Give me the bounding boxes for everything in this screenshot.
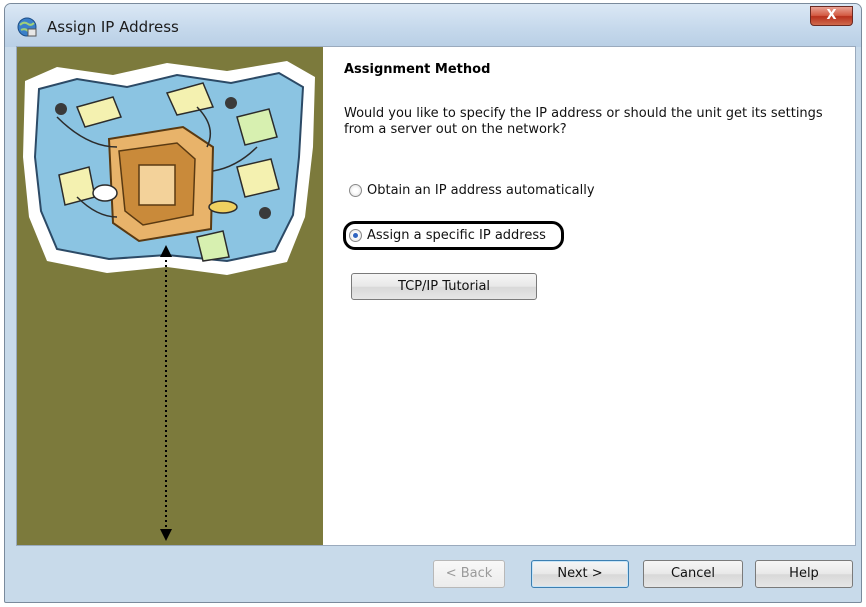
section-heading: Assignment Method: [344, 62, 491, 77]
close-button[interactable]: X: [810, 6, 853, 26]
side-panel: [17, 47, 323, 545]
radio-label: Assign a specific IP address: [367, 228, 546, 243]
radio-checked-icon[interactable]: [349, 229, 362, 242]
radio-label: Obtain an IP address automatically: [367, 183, 595, 198]
radio-unchecked-icon[interactable]: [349, 184, 362, 197]
tcpip-tutorial-button[interactable]: TCP/IP Tutorial: [351, 273, 537, 300]
network-globe-icon: [17, 17, 37, 37]
radio-obtain-automatically[interactable]: Obtain an IP address automatically: [349, 183, 595, 198]
question-text: Would you like to specify the IP address…: [344, 106, 823, 137]
dotted-arrow: [160, 245, 172, 541]
back-button[interactable]: < Back: [433, 560, 505, 588]
content-panel: Assignment Method Would you like to spec…: [323, 47, 855, 545]
cancel-button[interactable]: Cancel: [643, 560, 743, 588]
title-bar[interactable]: Assign IP Address X: [5, 4, 861, 47]
wizard-body: Assignment Method Would you like to spec…: [16, 46, 856, 546]
radio-assign-specific[interactable]: Assign a specific IP address: [349, 228, 546, 243]
dialog-window: Assign IP Address X Assignment Method Wo…: [4, 3, 862, 603]
close-icon: X: [826, 8, 837, 23]
button-bar: < Back Next > Cancel Help: [5, 546, 861, 602]
next-button[interactable]: Next >: [531, 560, 629, 588]
help-button[interactable]: Help: [755, 560, 853, 588]
window-title: Assign IP Address: [47, 18, 179, 36]
